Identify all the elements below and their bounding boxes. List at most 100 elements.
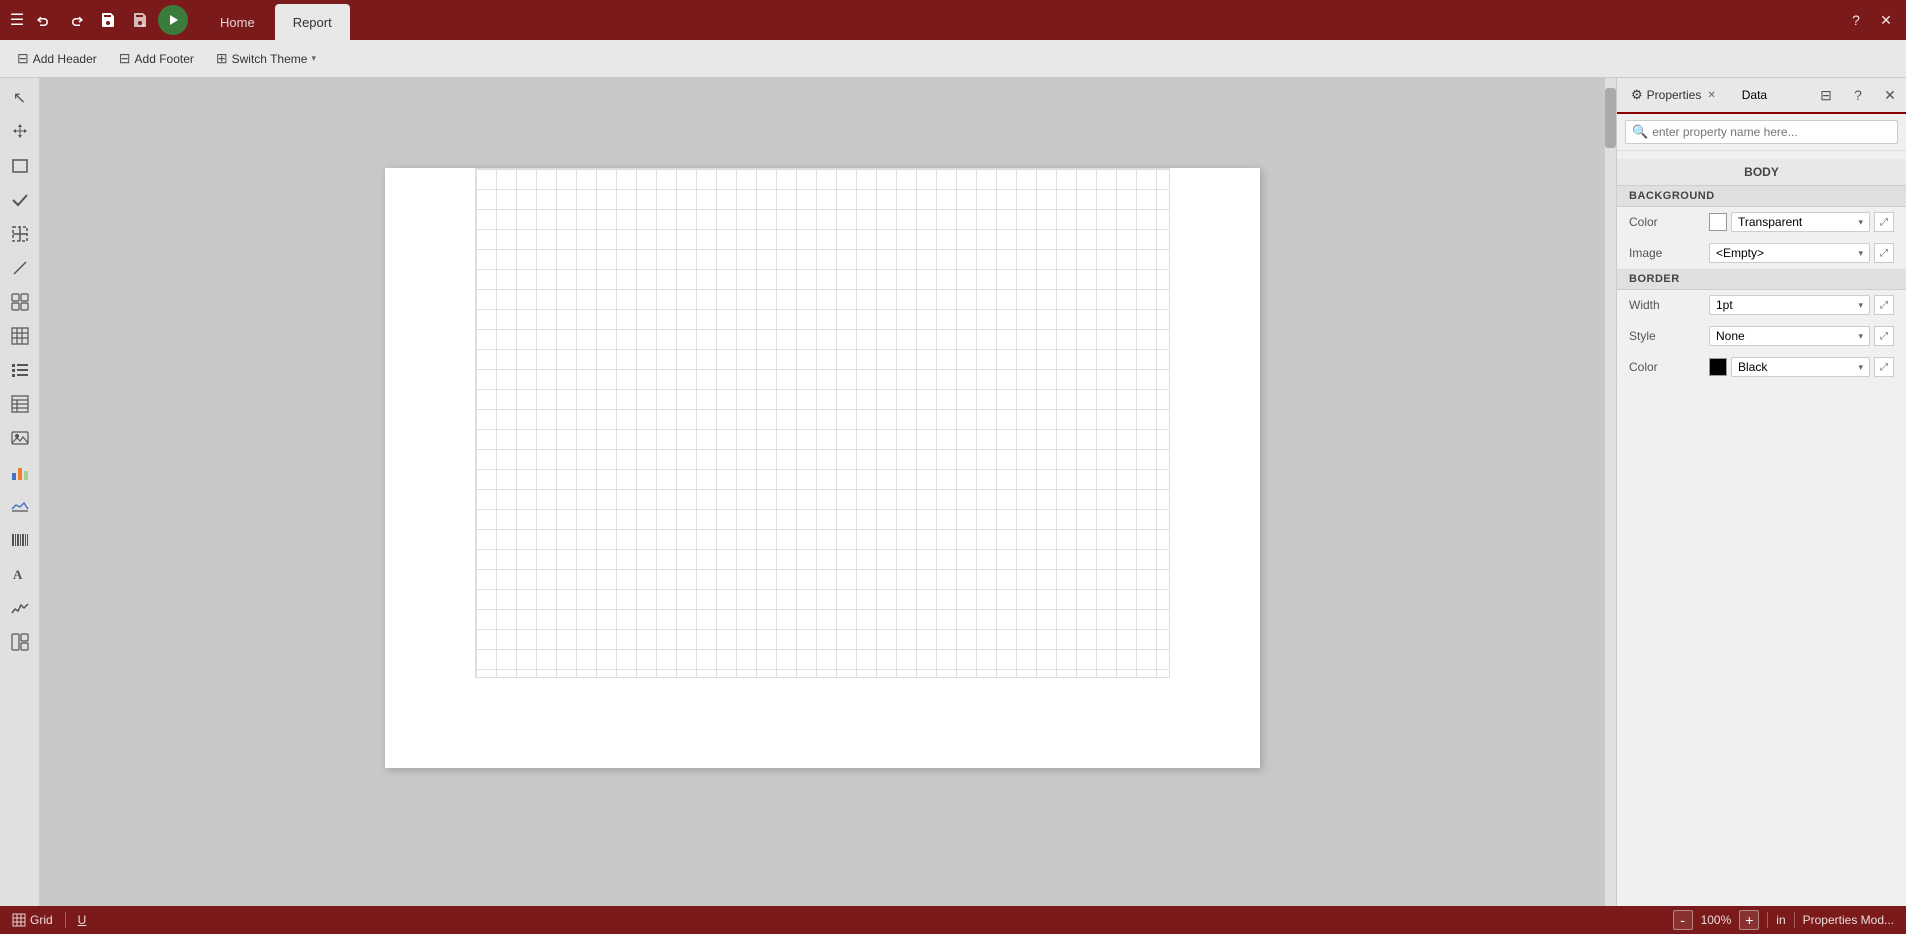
- image-icon: [11, 429, 29, 447]
- add-footer-label: Add Footer: [135, 52, 194, 66]
- sidebar-icon-image[interactable]: [4, 422, 36, 454]
- border-section-header: BORDER: [1617, 269, 1906, 290]
- left-sidebar: ↖: [0, 78, 40, 906]
- bg-image-expand[interactable]: ⤢: [1874, 243, 1894, 263]
- border-color-value: Black ▾ ⤢: [1709, 357, 1894, 377]
- menu-icon[interactable]: ☰: [8, 11, 26, 29]
- title-bar-right: ? ✕: [1844, 8, 1898, 32]
- bg-color-value: Transparent ▾ ⤢: [1709, 212, 1894, 232]
- panel-stack-icon[interactable]: ⊟: [1814, 83, 1838, 107]
- sidebar-icon-text[interactable]: A: [4, 558, 36, 590]
- border-color-select-value: Black: [1738, 360, 1767, 374]
- border-width-select-value: 1pt: [1716, 298, 1733, 312]
- sidebar-icon-data-grid[interactable]: [4, 388, 36, 420]
- border-color-select-arrow: ▾: [1858, 362, 1863, 373]
- sidebar-icon-pointer[interactable]: ↖: [4, 82, 36, 114]
- canvas-area[interactable]: [40, 78, 1604, 906]
- save-button[interactable]: [94, 6, 122, 34]
- barcode-icon: [11, 531, 29, 549]
- sidebar-icon-list[interactable]: [4, 354, 36, 386]
- search-input[interactable]: [1652, 125, 1891, 139]
- redo-icon: [68, 12, 84, 28]
- play-button[interactable]: [158, 5, 188, 35]
- zoom-value: 100%: [1701, 913, 1732, 927]
- sidebar-icon-rectangle[interactable]: [4, 150, 36, 182]
- tab-data[interactable]: Data: [1732, 78, 1777, 114]
- sidebar-icon-group[interactable]: [4, 286, 36, 318]
- add-header-button[interactable]: ⊟ Add Header: [8, 45, 106, 72]
- title-bar-tabs: Home Report: [202, 0, 350, 40]
- zoom-plus-button[interactable]: +: [1739, 910, 1759, 930]
- add-footer-button[interactable]: ⊟ Add Footer: [110, 45, 203, 72]
- bg-color-swatch[interactable]: [1709, 213, 1727, 231]
- bg-color-label: Color: [1629, 215, 1709, 229]
- list-icon: [11, 361, 29, 379]
- tab-report[interactable]: Report: [275, 4, 350, 40]
- border-width-select-arrow: ▾: [1858, 300, 1863, 311]
- sidebar-icon-move[interactable]: [4, 116, 36, 148]
- page-container: [40, 78, 1604, 878]
- border-style-select[interactable]: None ▾: [1709, 326, 1870, 346]
- area-chart-icon: [11, 497, 29, 515]
- background-section-header: BACKGROUND: [1617, 186, 1906, 207]
- save-icon: [100, 12, 116, 28]
- vertical-scrollbar[interactable]: [1604, 78, 1616, 906]
- page-grid-area[interactable]: [475, 168, 1170, 678]
- redo-button[interactable]: [62, 6, 90, 34]
- zoom-minus-button[interactable]: -: [1673, 910, 1693, 930]
- border-color-select[interactable]: Black ▾: [1731, 357, 1870, 377]
- sidebar-icon-check[interactable]: [4, 184, 36, 216]
- scrollbar-thumb[interactable]: [1605, 88, 1616, 148]
- switch-theme-button[interactable]: ⊞ Switch Theme ▾: [207, 45, 325, 72]
- title-bar-left: ☰ +: [8, 5, 188, 35]
- border-width-label: Width: [1629, 298, 1709, 312]
- border-style-select-value: None: [1716, 329, 1745, 343]
- sidebar-icon-bar-chart[interactable]: [4, 456, 36, 488]
- border-width-row: Width 1pt ▾ ⤢: [1617, 290, 1906, 321]
- group-icon: [11, 293, 29, 311]
- border-color-label: Color: [1629, 360, 1709, 374]
- border-color-expand[interactable]: ⤢: [1874, 357, 1894, 377]
- switch-theme-arrow: ▾: [311, 53, 316, 64]
- tab-home[interactable]: Home: [202, 4, 273, 40]
- status-sep-2: [1767, 912, 1768, 928]
- bg-color-select[interactable]: Transparent ▾: [1731, 212, 1870, 232]
- crop-icon: [11, 225, 29, 243]
- svg-text:+: +: [142, 23, 145, 28]
- sidebar-icon-barcode[interactable]: [4, 524, 36, 556]
- panel-help-icon[interactable]: ?: [1846, 83, 1870, 107]
- panel-close-icon[interactable]: ✕: [1878, 83, 1902, 107]
- bg-image-select[interactable]: <Empty> ▾: [1709, 243, 1870, 263]
- sidebar-icon-crop[interactable]: [4, 218, 36, 250]
- border-width-expand[interactable]: ⤢: [1874, 295, 1894, 315]
- sidebar-icon-area-chart[interactable]: [4, 490, 36, 522]
- save-as-icon: +: [132, 12, 148, 28]
- border-width-select[interactable]: 1pt ▾: [1709, 295, 1870, 315]
- sidebar-icon-table[interactable]: [4, 320, 36, 352]
- border-width-value: 1pt ▾ ⤢: [1709, 295, 1894, 315]
- help-button[interactable]: ?: [1844, 8, 1868, 32]
- grid-toggle[interactable]: Grid: [12, 913, 53, 927]
- close-button[interactable]: ✕: [1874, 8, 1898, 32]
- tab-properties[interactable]: ⚙ Properties ✕: [1621, 78, 1728, 114]
- play-icon: [165, 12, 181, 28]
- svg-text:A: A: [13, 567, 23, 582]
- switch-theme-icon: ⊞: [216, 50, 228, 67]
- bg-color-expand[interactable]: ⤢: [1874, 212, 1894, 232]
- save-as-button[interactable]: +: [126, 6, 154, 34]
- border-style-row: Style None ▾ ⤢: [1617, 321, 1906, 352]
- properties-tab-close[interactable]: ✕: [1705, 88, 1717, 103]
- bg-image-row: Image <Empty> ▾ ⤢: [1617, 238, 1906, 269]
- undo-button[interactable]: [30, 6, 58, 34]
- page-white[interactable]: [385, 168, 1260, 768]
- sidebar-icon-line[interactable]: [4, 252, 36, 284]
- bg-color-row: Color Transparent ▾ ⤢: [1617, 207, 1906, 238]
- border-color-swatch[interactable]: [1709, 358, 1727, 376]
- border-style-label: Style: [1629, 329, 1709, 343]
- sidebar-icon-plugin[interactable]: [4, 626, 36, 658]
- status-sep-3: [1794, 912, 1795, 928]
- underline-toggle[interactable]: U: [78, 913, 87, 927]
- sidebar-icon-sparkline[interactable]: [4, 592, 36, 624]
- border-style-expand[interactable]: ⤢: [1874, 326, 1894, 346]
- panel-tabs: ⚙ Properties ✕ Data ⊟ ? ✕: [1617, 78, 1906, 114]
